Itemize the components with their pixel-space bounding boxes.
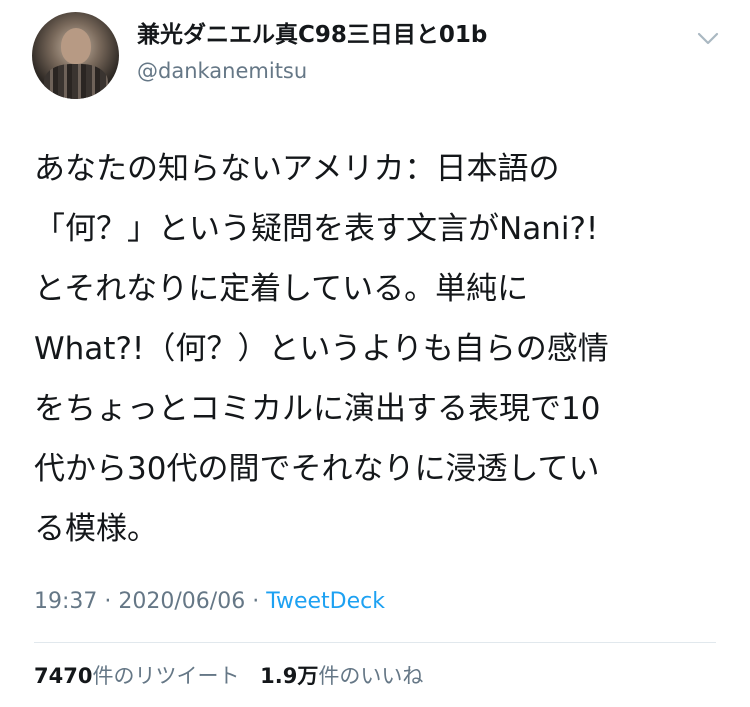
author-handle[interactable]: @dankanemitsu — [137, 56, 487, 86]
avatar-head — [61, 28, 91, 64]
meta-separator: · — [245, 589, 267, 614]
likes-label: 件のいいね — [318, 664, 424, 688]
author-block[interactable]: 兼光ダニエル真C98三日目と01b @dankanemitsu — [137, 20, 487, 86]
divider — [34, 642, 716, 643]
tweet-text-line: 代から30代の間でそれなりに浸透してい — [34, 451, 600, 487]
avatar[interactable] — [32, 12, 119, 99]
avatar-body — [44, 64, 108, 99]
tweet-stats: 7470件のリツイート 1.9万件のいいね — [34, 660, 437, 692]
retweets-label: 件のリツイート — [92, 664, 240, 688]
tweet-detail: 兼光ダニエル真C98三日目と01b @dankanemitsu あなたの知らない… — [0, 0, 750, 707]
retweets-count: 7470 — [34, 664, 93, 688]
tweet-text-line: What?!（何？）というよりも自らの感情 — [34, 331, 609, 367]
tweet-text-line: あなたの知らないアメリカ：日本語の — [34, 151, 560, 187]
tweet-time[interactable]: 19:37 — [34, 589, 97, 614]
tweet-text-line: とそれなりに定着している。単純に — [34, 271, 529, 307]
tweet-text: あなたの知らないアメリカ：日本語の 「何？」という疑問を表す文言がNani?! … — [34, 139, 724, 559]
tweet-text-line: 「何？」という疑問を表す文言がNani?! — [34, 211, 599, 247]
likes-count: 1.9万 — [260, 664, 319, 688]
meta-separator: · — [97, 589, 119, 614]
likes-stat[interactable]: 1.9万件のいいね — [260, 664, 423, 688]
chevron-down-icon[interactable] — [696, 26, 720, 50]
tweet-text-line: をちょっとコミカルに演出する表現で10 — [34, 391, 601, 427]
author-display-name[interactable]: 兼光ダニエル真C98三日目と01b — [137, 20, 487, 50]
tweet-meta: 19:37 · 2020/06/06 · TweetDeck — [34, 586, 385, 618]
tweet-date[interactable]: 2020/06/06 — [118, 589, 245, 614]
retweets-stat[interactable]: 7470件のリツイート — [34, 664, 239, 688]
tweet-source-link[interactable]: TweetDeck — [266, 589, 385, 614]
tweet-text-line: る模様。 — [34, 511, 158, 547]
